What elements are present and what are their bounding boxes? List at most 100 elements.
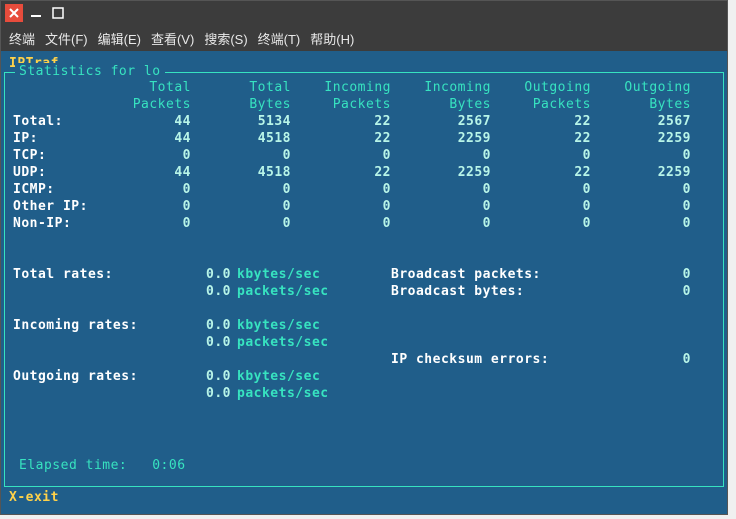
table-row: ICMP:000000 — [9, 181, 719, 198]
maximize-icon[interactable] — [49, 4, 67, 22]
menu-file[interactable]: 文件(F) — [45, 29, 88, 48]
menu-edit[interactable]: 编辑(E) — [98, 29, 141, 48]
cell-value: 0 — [591, 215, 691, 232]
close-icon[interactable] — [5, 4, 23, 22]
cell-value: 0 — [591, 181, 691, 198]
cell-value: 22 — [291, 130, 391, 147]
rate-value: 0.0 — [171, 334, 231, 351]
col-header: Incoming — [291, 79, 391, 96]
cell-value: 0 — [111, 215, 191, 232]
rate-value: 0.0 — [171, 283, 231, 300]
menu-view[interactable]: 查看(V) — [151, 29, 194, 48]
row-label: Total: — [11, 113, 111, 130]
menu-help[interactable]: 帮助(H) — [310, 29, 354, 48]
row-label: Non-IP: — [11, 215, 111, 232]
incoming-rates-label: Incoming rates: — [11, 317, 171, 334]
rate-value: 0.0 — [171, 385, 231, 402]
cell-value: 0 — [491, 198, 591, 215]
col-header: Total — [191, 79, 291, 96]
rate-value: 0.0 — [171, 317, 231, 334]
cell-value: 0 — [591, 147, 691, 164]
total-rates-label: Total rates: — [11, 266, 171, 283]
broadcast-packets-label: Broadcast packets: — [391, 266, 621, 283]
elapsed-panel: Elapsed time: 0:06 — [4, 467, 724, 487]
broadcast-bytes-label: Broadcast bytes: — [391, 283, 621, 300]
col-header: Packets — [111, 96, 191, 113]
header-row-2: Packets Bytes Packets Bytes Packets Byte… — [9, 96, 719, 113]
cell-value: 22 — [291, 113, 391, 130]
exit-hint[interactable]: X-exit — [1, 487, 727, 506]
cell-value: 4518 — [191, 130, 291, 147]
cell-value: 2259 — [591, 164, 691, 181]
menu-terminal2[interactable]: 终端(T) — [258, 29, 301, 48]
cell-value: 2567 — [391, 113, 491, 130]
menu-search[interactable]: 搜索(S) — [204, 29, 247, 48]
elapsed-label: Elapsed time: — [19, 458, 127, 473]
cell-value: 2567 — [591, 113, 691, 130]
header-row-1: Total Total Incoming Incoming Outgoing O… — [9, 79, 719, 96]
cell-value: 0 — [391, 181, 491, 198]
col-header: Packets — [291, 96, 391, 113]
cell-value: 2259 — [391, 130, 491, 147]
col-header: Bytes — [591, 96, 691, 113]
cell-value: 4518 — [191, 164, 291, 181]
cell-value: 0 — [591, 198, 691, 215]
cell-value: 0 — [291, 181, 391, 198]
cell-value: 0 — [291, 147, 391, 164]
titlebar — [1, 1, 727, 25]
broadcast-packets-value: 0 — [621, 266, 691, 283]
rate-value: 0.0 — [171, 368, 231, 385]
row-label: UDP: — [11, 164, 111, 181]
cell-value: 44 — [111, 113, 191, 130]
outgoing-rates-label: Outgoing rates: — [11, 368, 171, 385]
rates-section: Total rates: 0.0 kbytes/sec 0.0 packets/… — [9, 266, 719, 402]
rate-unit: kbytes/sec — [231, 368, 320, 385]
elapsed-value: 0:06 — [152, 458, 185, 473]
cell-value: 44 — [111, 130, 191, 147]
terminal-area: IPTraf Statistics for lo Total Total Inc… — [1, 51, 727, 514]
rate-unit: kbytes/sec — [231, 317, 320, 334]
table-row: UDP:444518222259222259 — [9, 164, 719, 181]
cell-value: 0 — [111, 147, 191, 164]
table-row: Other IP:000000 — [9, 198, 719, 215]
cell-value: 0 — [111, 198, 191, 215]
rate-value: 0.0 — [171, 266, 231, 283]
rate-unit: packets/sec — [231, 334, 329, 351]
minimize-icon[interactable] — [27, 4, 45, 22]
cell-value: 0 — [491, 181, 591, 198]
cell-value: 0 — [491, 147, 591, 164]
table-row: Non-IP:000000 — [9, 215, 719, 232]
cell-value: 0 — [491, 215, 591, 232]
cell-value: 22 — [491, 113, 591, 130]
col-header: Outgoing — [491, 79, 591, 96]
cell-value: 22 — [491, 164, 591, 181]
row-label: IP: — [11, 130, 111, 147]
table-row: TCP:000000 — [9, 147, 719, 164]
rate-unit: packets/sec — [231, 283, 329, 300]
ip-checksum-value: 0 — [621, 351, 691, 368]
cell-value: 2259 — [591, 130, 691, 147]
cell-value: 0 — [391, 198, 491, 215]
cell-value: 0 — [191, 198, 291, 215]
col-header: Bytes — [391, 96, 491, 113]
row-label: ICMP: — [11, 181, 111, 198]
rate-unit: kbytes/sec — [231, 266, 320, 283]
col-header: Outgoing — [591, 79, 691, 96]
cell-value: 22 — [291, 164, 391, 181]
col-header: Total — [111, 79, 191, 96]
cell-value: 0 — [291, 198, 391, 215]
cell-value: 0 — [391, 215, 491, 232]
cell-value: 44 — [111, 164, 191, 181]
cell-value: 0 — [191, 215, 291, 232]
cell-value: 0 — [191, 147, 291, 164]
ip-checksum-label: IP checksum errors: — [391, 351, 621, 368]
cell-value: 0 — [291, 215, 391, 232]
row-label: Other IP: — [11, 198, 111, 215]
rate-unit: packets/sec — [231, 385, 329, 402]
app-window: 终端 文件(F) 编辑(E) 查看(V) 搜索(S) 终端(T) 帮助(H) I… — [0, 0, 728, 515]
cell-value: 5134 — [191, 113, 291, 130]
table-row: Total:445134222567222567 — [9, 113, 719, 130]
cell-value: 0 — [391, 147, 491, 164]
menu-terminal[interactable]: 终端 — [9, 29, 35, 48]
cell-value: 0 — [111, 181, 191, 198]
